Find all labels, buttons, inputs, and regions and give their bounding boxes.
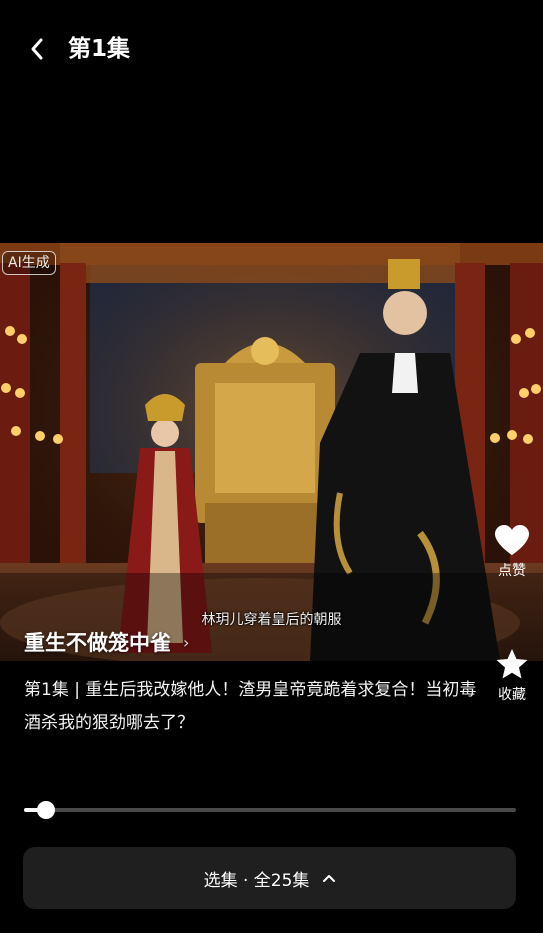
top-bar: 第1集 bbox=[0, 0, 543, 100]
like-button[interactable]: 点赞 bbox=[482, 524, 542, 580]
favorite-label: 收藏 bbox=[498, 687, 526, 703]
chevron-right-icon: › bbox=[183, 632, 190, 652]
chevron-up-icon bbox=[323, 875, 336, 882]
video-subtitle: 林玥儿穿着皇后的朝服 bbox=[201, 612, 342, 628]
video-frame bbox=[0, 243, 543, 661]
video-player[interactable]: AI生成 林玥儿穿着皇后的朝服 重生不做笼中雀 › bbox=[0, 243, 543, 661]
favorite-button[interactable]: 收藏 bbox=[482, 648, 542, 704]
back-arrow-icon bbox=[31, 38, 43, 60]
star-icon bbox=[496, 649, 528, 679]
progress-track bbox=[24, 808, 516, 812]
drama-title: 重生不做笼中雀 bbox=[24, 631, 171, 655]
heart-icon bbox=[495, 525, 529, 555]
episode-title: 第1集 bbox=[68, 36, 131, 62]
episode-selector-label: 选集 · 全25集 bbox=[203, 870, 310, 891]
drama-title-link[interactable]: 重生不做笼中雀 › bbox=[24, 627, 189, 657]
playback-progress-slider[interactable] bbox=[24, 797, 516, 823]
back-button[interactable] bbox=[22, 32, 52, 66]
episode-selector-button[interactable]: 选集 · 全25集 bbox=[23, 847, 516, 909]
progress-handle[interactable] bbox=[37, 801, 56, 819]
like-label: 点赞 bbox=[498, 563, 526, 579]
ai-generated-badge: AI生成 bbox=[2, 251, 56, 275]
episode-description: 第1集 | 重生后我改嫁他人！渣男皇帝竟跪着求复合！当初毒酒杀我的狠劲哪去了？ bbox=[24, 680, 477, 733]
